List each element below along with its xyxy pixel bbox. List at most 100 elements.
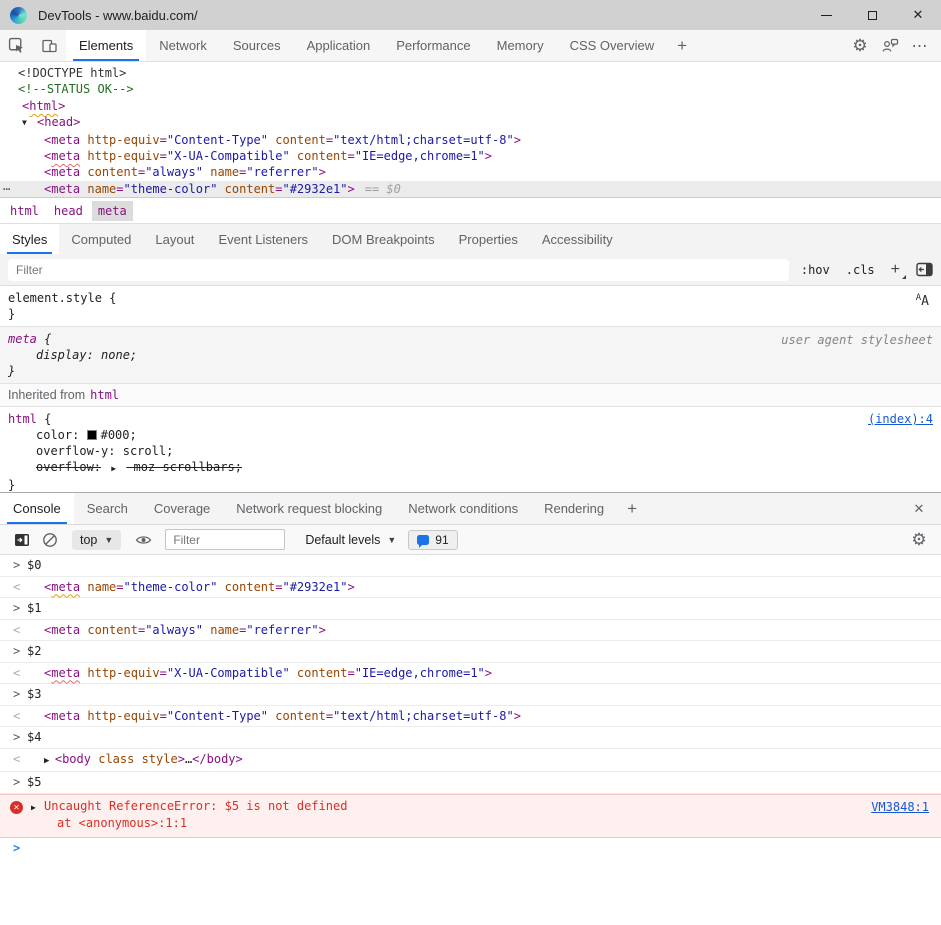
console-settings-button[interactable]: ⚙ (905, 530, 933, 550)
css-property-overflow-y[interactable]: overflow-y: scroll; (8, 443, 941, 459)
settings-button[interactable]: ⚙ (845, 30, 875, 61)
clear-console-button[interactable] (36, 532, 64, 548)
toggle-class-button[interactable]: .cls (846, 263, 875, 277)
node-overflow-menu-icon[interactable]: ⋯ (3, 181, 10, 197)
command-chevron-icon: > (13, 641, 20, 662)
tab-html[interactable]: html (4, 201, 45, 221)
tab-console[interactable]: Console (0, 493, 74, 524)
color-swatch[interactable] (87, 430, 97, 440)
tab-coverage[interactable]: Coverage (141, 493, 223, 524)
customize-menu-button[interactable]: ⋯ (905, 30, 935, 61)
error-source-link[interactable]: VM3848:1 (871, 799, 929, 816)
console-filter-input[interactable] (165, 529, 285, 550)
chevron-down-icon: ▼ (104, 535, 113, 545)
feedback-button[interactable] (875, 30, 905, 61)
rule-source-link[interactable]: (index):4 (868, 412, 933, 426)
css-property-overflow[interactable]: overflow: ▶ -moz-scrollbars; (8, 459, 941, 477)
tab-dom-breakpoints[interactable]: DOM Breakpoints (320, 224, 447, 254)
result-chevron-icon: < (13, 620, 20, 641)
tab-layout[interactable]: Layout (143, 224, 206, 254)
main-toolbar: ElementsNetworkSourcesApplicationPerform… (0, 30, 941, 62)
live-expression-button[interactable] (129, 533, 157, 547)
user-agent-rule[interactable]: meta { display: none; } user agent style… (0, 327, 941, 384)
dom-node[interactable]: <meta http-equiv="X-UA-Compatible" conte… (0, 148, 941, 164)
inherited-node-link[interactable]: html (90, 388, 119, 402)
shorthand-expand-icon[interactable]: ▶ (111, 464, 116, 473)
inspect-element-button[interactable] (0, 30, 33, 61)
console-result[interactable]: <<meta http-equiv="X-UA-Compatible" cont… (0, 663, 941, 685)
tab-memory[interactable]: Memory (484, 30, 557, 61)
close-button[interactable]: ✕ (895, 0, 941, 30)
command-chevron-icon: > (13, 555, 20, 576)
tab-application[interactable]: Application (294, 30, 384, 61)
ua-rule-selector[interactable]: meta (8, 332, 37, 346)
new-style-rule-button[interactable]: + (891, 263, 900, 277)
console-result[interactable]: <<meta http-equiv="Content-Type" content… (0, 706, 941, 728)
log-levels-dropdown[interactable]: Default levels ▼ (305, 533, 396, 547)
css-property-color[interactable]: color: #000; (8, 427, 941, 443)
tab-network[interactable]: Network (146, 30, 220, 61)
tab-sources[interactable]: Sources (220, 30, 294, 61)
console-result[interactable]: <<meta content="always" name="referrer"> (0, 620, 941, 642)
styles-filter-input[interactable] (8, 259, 789, 281)
console-command[interactable]: > $5 (0, 772, 941, 794)
tree-expand-icon[interactable]: ▼ (22, 115, 37, 131)
dom-node[interactable]: ▼<head> (0, 114, 941, 131)
tab-meta[interactable]: meta (92, 201, 133, 221)
font-editor-icon[interactable]: AA (916, 293, 929, 309)
close-drawer-button[interactable]: ✕ (905, 493, 933, 524)
dock-sidebar-button[interactable] (8, 533, 36, 547)
device-toolbar-button[interactable] (33, 30, 66, 61)
tab-performance[interactable]: Performance (383, 30, 483, 61)
tab-styles[interactable]: Styles (0, 224, 59, 254)
dom-node[interactable]: <!DOCTYPE html> (0, 65, 941, 81)
console-command[interactable]: >$1 (0, 598, 941, 620)
tab-accessibility[interactable]: Accessibility (530, 224, 625, 254)
minimize-button[interactable] (803, 0, 849, 30)
tab-css-overview[interactable]: CSS Overview (557, 30, 668, 61)
tab-head[interactable]: head (48, 201, 89, 221)
html-rule-selector[interactable]: html (8, 412, 37, 426)
sidebar-toggle-icon[interactable] (916, 262, 933, 277)
more-drawer-tabs-button[interactable]: + (617, 493, 647, 524)
expand-arrow-icon[interactable]: ▶ (31, 799, 36, 816)
element-style-rule[interactable]: element.style { } AA (0, 286, 941, 327)
maximize-button[interactable] (849, 0, 895, 30)
tab-network-conditions[interactable]: Network conditions (395, 493, 531, 524)
toggle-hover-state-button[interactable]: :hov (801, 263, 830, 277)
console-messages: >$0<<meta name="theme-color" content="#2… (0, 555, 941, 925)
gear-icon: ⚙ (852, 36, 867, 56)
dom-node[interactable]: <!--STATUS OK--> (0, 81, 941, 97)
context-selector-dropdown[interactable]: top ▼ (72, 530, 121, 550)
tab-computed[interactable]: Computed (59, 224, 143, 254)
console-result[interactable]: <▶ <body class style>…</body> (0, 749, 941, 773)
tab-search[interactable]: Search (74, 493, 141, 524)
console-error[interactable]: ✕▶Uncaught ReferenceError: $5 is not def… (0, 794, 941, 838)
command-text: $1 (27, 601, 41, 615)
dom-node[interactable]: <meta content="always" name="referrer"> (0, 164, 941, 180)
console-command[interactable]: >$3 (0, 684, 941, 706)
command-chevron-icon: > (13, 772, 20, 793)
issues-badge[interactable]: 91 (408, 530, 457, 550)
css-property-display[interactable]: display: none; (8, 347, 941, 363)
dom-node-selected[interactable]: ⋯<meta name="theme-color" content="#2932… (0, 181, 941, 197)
command-text: $5 (27, 775, 41, 789)
dom-node[interactable]: <meta http-equiv="Content-Type" content=… (0, 132, 941, 148)
tab-network-request-blocking[interactable]: Network request blocking (223, 493, 395, 524)
styles-filter-bar: :hov .cls + (0, 254, 941, 286)
console-command[interactable]: >$2 (0, 641, 941, 663)
console-command[interactable]: >$0 (0, 555, 941, 577)
dom-node[interactable]: <html> (0, 98, 941, 114)
toolbar-right: ⚙ ⋯ (845, 30, 941, 61)
element-style-selector[interactable]: element.style (8, 291, 102, 305)
console-command[interactable]: >$4 (0, 727, 941, 749)
more-tabs-button[interactable]: + (667, 30, 697, 61)
html-rule[interactable]: html { color: #000;overflow-y: scroll;ov… (0, 407, 941, 492)
close-icon: ✕ (913, 7, 924, 23)
tab-rendering[interactable]: Rendering (531, 493, 617, 524)
console-result[interactable]: <<meta name="theme-color" content="#2932… (0, 577, 941, 599)
tab-elements[interactable]: Elements (66, 30, 146, 61)
tab-event-listeners[interactable]: Event Listeners (206, 224, 320, 254)
console-prompt[interactable]: > (0, 838, 941, 859)
tab-properties[interactable]: Properties (447, 224, 530, 254)
